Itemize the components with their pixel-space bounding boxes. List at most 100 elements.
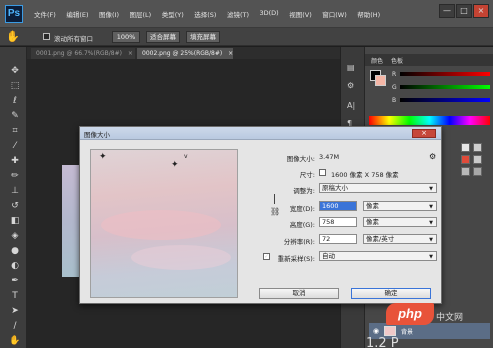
fit-to-value: 原稿大小 — [322, 184, 348, 192]
ok-button[interactable]: 确定 — [351, 288, 431, 299]
dialog-close-button[interactable]: × — [412, 129, 436, 138]
type-tool-icon[interactable]: T — [9, 290, 21, 302]
swatch[interactable] — [461, 167, 470, 176]
scroll-all-checkbox[interactable] — [43, 33, 50, 40]
dimensions-value: 1600 像素 X 758 像素 — [331, 171, 399, 179]
menu-list: 文件(F) 编辑(E) 图像(I) 图层(L) 类型(Y) 选择(S) 滤镜(T… — [34, 9, 391, 19]
tab-close-icon[interactable]: × — [228, 50, 233, 57]
path-select-icon[interactable]: ➤ — [9, 305, 21, 317]
r-label: R — [392, 71, 397, 78]
menu-layer[interactable]: 图层(L) — [130, 9, 152, 19]
chevron-down-icon: ▼ — [429, 204, 433, 210]
hand-icon[interactable]: ✋ — [6, 30, 20, 43]
swatch[interactable] — [461, 155, 470, 164]
tab-label: 0001.png @ 66.7%(RGB/8#) — [36, 50, 122, 57]
image-size-label: 图像大小: — [286, 155, 315, 163]
tab-swatches[interactable]: 色板 — [391, 56, 403, 65]
tab-color[interactable]: 颜色 — [371, 56, 383, 65]
width-unit-value: 像素 — [366, 202, 379, 210]
dimensions-menu-icon[interactable] — [319, 169, 326, 176]
tab-0002[interactable]: 0002.png @ 25%(RGB/8#) × — [137, 48, 233, 59]
b-slider[interactable] — [400, 98, 490, 102]
menu-type[interactable]: 类型(Y) — [162, 9, 184, 19]
lasso-tool-icon[interactable]: ℓ — [9, 95, 21, 107]
tab-close-icon[interactable]: × — [128, 50, 133, 57]
history-panel-icon[interactable]: ▤ — [347, 63, 355, 72]
width-unit-dropdown[interactable]: 像素 ▼ — [363, 201, 437, 211]
chevron-down-icon: ▼ — [429, 220, 433, 226]
gradient-tool-icon[interactable]: ◈ — [9, 230, 21, 242]
close-window-button[interactable]: × — [473, 4, 489, 18]
scroll-all-label: 滚动所有窗口 — [54, 35, 93, 43]
menu-select[interactable]: 选择(S) — [194, 9, 216, 19]
dimensions-label: 尺寸: — [299, 171, 315, 179]
menu-help[interactable]: 帮助(H) — [357, 9, 380, 19]
bird-icon: ✦ — [171, 160, 179, 170]
character-panel-icon[interactable]: A| — [347, 101, 355, 110]
g-slider[interactable] — [400, 85, 490, 89]
width-field[interactable]: 1600 — [319, 201, 357, 211]
minimize-button[interactable]: — — [439, 4, 455, 18]
menu-image[interactable]: 图像(I) — [99, 9, 119, 19]
pen-tool-icon[interactable]: ✒ — [9, 275, 21, 287]
maximize-button[interactable]: □ — [456, 4, 472, 18]
menu-file[interactable]: 文件(F) — [34, 9, 56, 19]
menu-3d[interactable]: 3D(D) — [260, 9, 279, 19]
watermark-suffix: 中文网 — [436, 313, 464, 323]
shape-tool-icon[interactable]: ∕ — [9, 320, 21, 332]
chevron-down-icon: ▼ — [429, 237, 433, 243]
height-field[interactable]: 758 — [319, 217, 357, 227]
blur-tool-icon[interactable]: ● — [9, 245, 21, 257]
color-panel-tabs: 颜色 色板 — [365, 54, 493, 66]
image-size-value: 3.47M — [319, 153, 340, 161]
color-spectrum-bar[interactable] — [369, 116, 490, 125]
swatch[interactable] — [473, 167, 482, 176]
hand-tool-icon[interactable]: ✋ — [9, 335, 21, 347]
quick-select-tool-icon[interactable]: ✎ — [9, 110, 21, 122]
resample-label: 重新采样(S): — [277, 255, 315, 263]
move-tool-icon[interactable]: ✥ — [9, 65, 21, 77]
preview-cloud — [101, 210, 221, 240]
r-slider[interactable] — [400, 72, 490, 76]
resample-value: 自动 — [322, 252, 335, 260]
swatch[interactable] — [461, 143, 470, 152]
php-watermark-logo: php — [386, 303, 434, 325]
fill-screen-button[interactable]: 填充屏幕 — [186, 31, 220, 43]
stamp-tool-icon[interactable]: ⊥ — [9, 185, 21, 197]
menu-window[interactable]: 窗口(W) — [322, 9, 347, 19]
bottom-overlay-text: 1.2 P — [366, 336, 399, 348]
fit-screen-button[interactable]: 适合屏幕 — [146, 31, 180, 43]
chevron-down-icon: ▼ — [429, 186, 433, 192]
history-brush-icon[interactable]: ↺ — [9, 200, 21, 212]
resolution-field[interactable]: 72 — [319, 234, 357, 244]
marquee-tool-icon[interactable]: ⬚ — [9, 80, 21, 92]
properties-panel-icon[interactable]: ⚙ — [347, 81, 354, 90]
swatch[interactable] — [473, 143, 482, 152]
eyedropper-tool-icon[interactable]: ⁄ — [9, 140, 21, 152]
gear-icon[interactable]: ⚙ — [429, 152, 436, 161]
menu-edit[interactable]: 编辑(E) — [66, 9, 88, 19]
image-preview[interactable]: ✦ ✦ v — [90, 149, 238, 298]
bird-icon: ✦ — [99, 152, 107, 162]
menu-view[interactable]: 视图(V) — [289, 9, 312, 19]
healing-brush-icon[interactable]: ✚ — [9, 155, 21, 167]
eye-icon[interactable]: ◉ — [373, 327, 379, 335]
eraser-tool-icon[interactable]: ◧ — [9, 215, 21, 227]
menu-filter[interactable]: 滤镜(T) — [227, 9, 249, 19]
swatch[interactable] — [473, 155, 482, 164]
background-color-swatch[interactable] — [375, 75, 386, 86]
bird-icon: v — [184, 153, 188, 160]
cancel-button[interactable]: 取消 — [259, 288, 339, 299]
tools-panel: ✥ ⬚ ℓ ✎ ⌗ ⁄ ✚ ✏ ⊥ ↺ ◧ ◈ ● ◐ ✒ T ➤ ∕ ✋ — [0, 47, 27, 348]
window-controls: — □ × — [438, 4, 489, 18]
fit-to-dropdown[interactable]: 原稿大小 ▼ — [319, 183, 437, 193]
dodge-tool-icon[interactable]: ◐ — [9, 260, 21, 272]
link-icon[interactable]: ⛓ — [270, 207, 280, 216]
brush-tool-icon[interactable]: ✏ — [9, 170, 21, 182]
height-unit-dropdown[interactable]: 像素 ▼ — [363, 217, 437, 227]
resample-dropdown[interactable]: 自动 ▼ — [319, 251, 437, 261]
crop-tool-icon[interactable]: ⌗ — [9, 125, 21, 137]
tab-0001[interactable]: 0001.png @ 66.7%(RGB/8#) × — [31, 48, 135, 59]
zoom-100-button[interactable]: 100% — [112, 31, 140, 43]
resolution-unit-dropdown[interactable]: 像素/英寸 ▼ — [363, 234, 437, 244]
